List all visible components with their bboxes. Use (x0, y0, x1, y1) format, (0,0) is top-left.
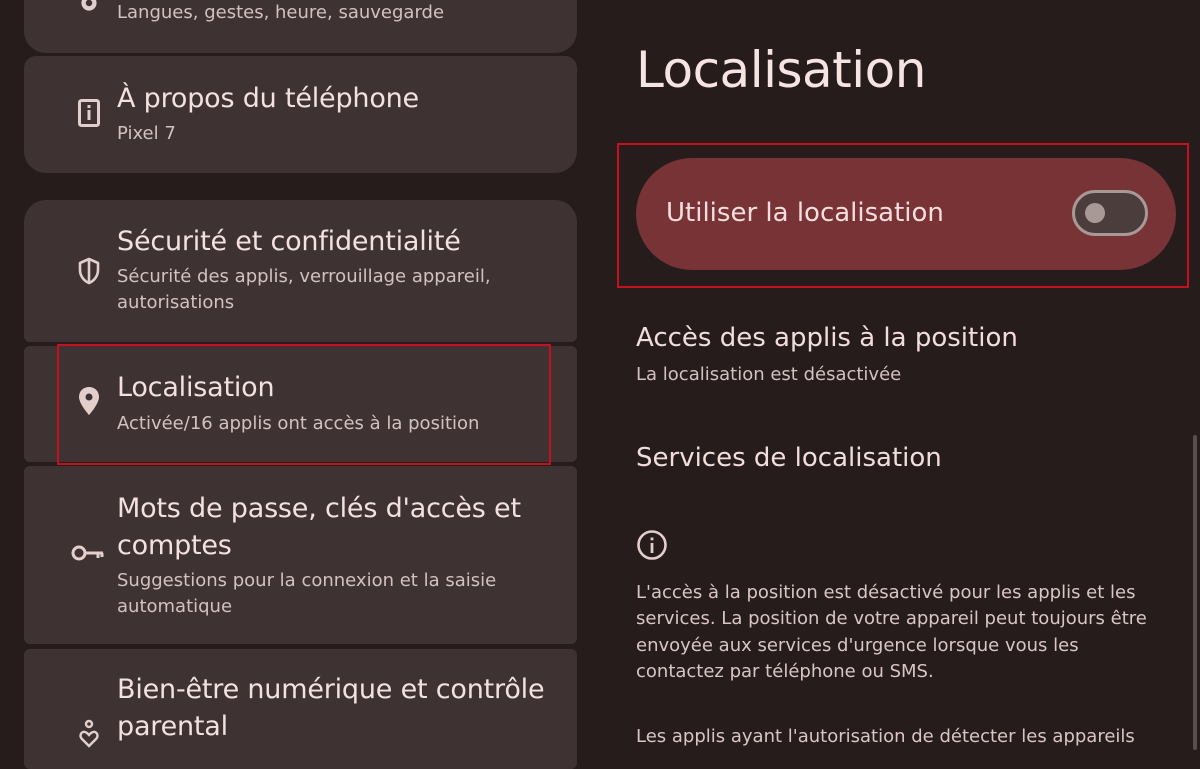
key-icon (71, 540, 105, 566)
menu-item-security[interactable]: Sécurité et confidentialité Sécurité des… (24, 200, 577, 342)
location-info-text-2: Les applis ayant l'autorisation de détec… (636, 726, 1135, 747)
wellbeing-icon (76, 719, 102, 748)
menu-item-title: Sécurité et confidentialité (117, 226, 461, 257)
menu-item-subtitle: Suggestions pour la connexion et la sais… (117, 570, 497, 617)
menu-item-system[interactable]: Langues, gestes, heure, sauvegarde (24, 0, 577, 53)
phone-info-icon (76, 99, 102, 127)
settings-menu: Langues, gestes, heure, sauvegarde À pro… (0, 0, 600, 769)
menu-item-about-phone[interactable]: À propos du téléphone Pixel 7 (24, 56, 577, 173)
menu-item-passwords[interactable]: Mots de passe, clés d'accès et comptes S… (24, 466, 577, 644)
location-info-text: L'accès à la position est désactivé pour… (636, 582, 1147, 682)
location-detail-panel: Localisation Utiliser la localisation Ac… (600, 0, 1200, 750)
menu-item-subtitle: Sécurité des applis, verrouillage appare… (117, 266, 491, 313)
location-item-highlight (57, 344, 551, 465)
location-services-title: Services de localisation (636, 443, 942, 473)
app-access-subtitle: La localisation est désactivée (636, 364, 902, 385)
menu-item-title: Mots de passe, clés d'accès et comptes (117, 493, 521, 561)
app-access-title: Accès des applis à la position (636, 323, 1018, 353)
shield-icon (76, 257, 102, 285)
menu-item-subtitle: Pixel 7 (117, 123, 176, 144)
page-title: Localisation (636, 41, 926, 99)
info-icon (636, 529, 668, 561)
menu-item-title: À propos du téléphone (117, 83, 419, 114)
menu-item-subtitle: Langues, gestes, heure, sauvegarde (117, 2, 445, 23)
menu-item-wellbeing[interactable]: Bien-être numérique et contrôle parental (24, 649, 577, 769)
scrollbar[interactable] (1193, 435, 1197, 750)
gear-icon (76, 0, 102, 16)
menu-item-title: Bien-être numérique et contrôle parental (117, 674, 545, 742)
toggle-highlight (617, 143, 1189, 288)
